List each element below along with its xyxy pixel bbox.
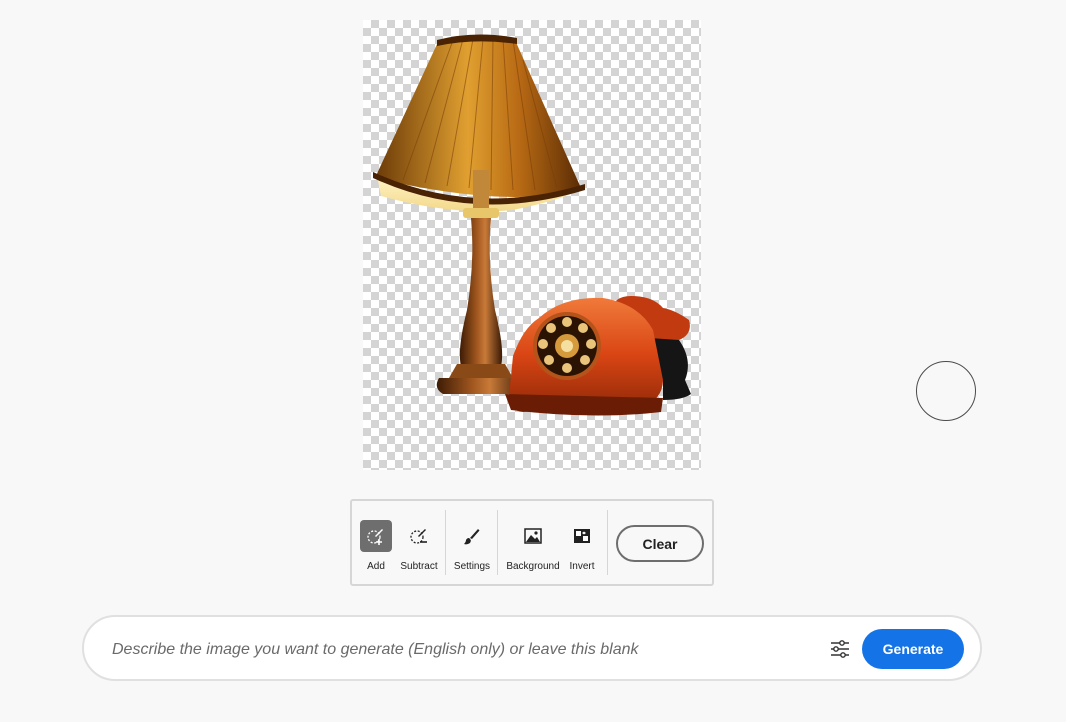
clear-button[interactable]: Clear — [616, 525, 704, 562]
prompt-input[interactable] — [110, 637, 794, 663]
background-tool-button[interactable]: Background — [503, 501, 563, 584]
prompt-bar: Generate — [82, 615, 982, 681]
cutout-image — [373, 34, 691, 416]
generate-button[interactable]: Generate — [862, 629, 964, 669]
generation-settings-button[interactable] — [828, 637, 852, 661]
image-icon — [517, 520, 549, 552]
add-tool-button[interactable]: Add — [357, 501, 395, 584]
invert-tool-button[interactable]: Invert — [564, 501, 600, 584]
brush-icon — [456, 520, 488, 552]
selection-toolbar: Add Subtract Settings Background Invert … — [350, 499, 714, 586]
settings-tool-label: Settings — [453, 561, 491, 572]
add-tool-label: Add — [367, 561, 385, 572]
toolbar-divider — [497, 510, 498, 575]
invert-icon — [566, 520, 598, 552]
brush-cursor — [916, 361, 976, 421]
image-canvas[interactable] — [363, 20, 701, 470]
brush-settings-button[interactable]: Settings — [450, 501, 494, 584]
subtract-tool-button[interactable]: Subtract — [396, 501, 442, 584]
invert-tool-label: Invert — [569, 561, 595, 572]
toolbar-divider — [445, 510, 446, 575]
brush-subtract-icon — [403, 520, 435, 552]
subtract-tool-label: Subtract — [400, 561, 438, 572]
background-tool-label: Background — [506, 561, 560, 572]
brush-add-icon — [360, 520, 392, 552]
sliders-icon — [831, 640, 849, 658]
toolbar-divider — [607, 510, 608, 575]
